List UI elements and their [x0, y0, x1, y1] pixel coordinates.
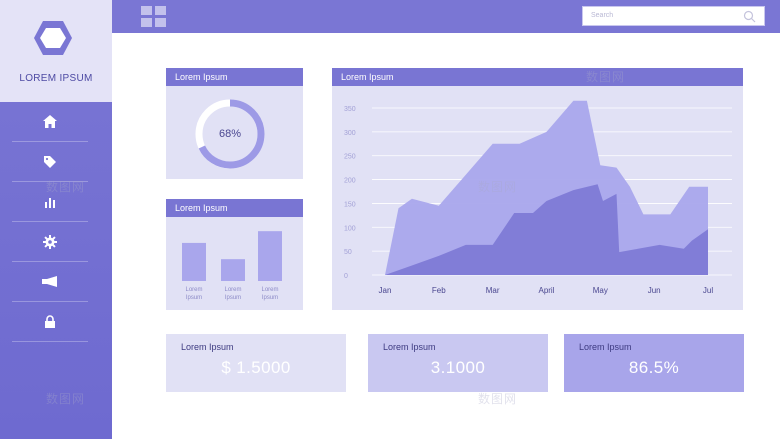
sidebar-item-tags[interactable] [12, 142, 88, 182]
x-tick-label: Jan [379, 286, 392, 295]
mini-bar-label: Lorem [224, 287, 241, 293]
brand-name: LOREM IPSUM [19, 73, 93, 84]
watermark: 数图网 [46, 392, 86, 406]
sidebar: LOREM IPSUM [0, 0, 112, 439]
search-icon[interactable] [743, 10, 756, 23]
gear-icon [43, 234, 57, 249]
brand-panel: LOREM IPSUM [0, 0, 112, 102]
sidebar-item-security[interactable] [12, 302, 88, 342]
x-tick-label: April [538, 286, 554, 295]
search-placeholder: Search [591, 12, 614, 19]
y-tick-label: 150 [344, 201, 356, 208]
area-chart-title: Lorem Ipsum [332, 68, 743, 86]
stat-card-value: 3.1000 [430, 358, 486, 377]
tag-icon [44, 155, 56, 168]
mini-bar-label: Ipsum [262, 295, 278, 301]
mini-bar-label: Ipsum [225, 295, 241, 301]
watermark: 数图网 [586, 70, 626, 84]
bar-chart-icon [45, 197, 55, 208]
stat-card-3: Lorem Ipsum 86.5% [564, 334, 744, 392]
mini-bar-label: Lorem [261, 287, 278, 293]
dashboard-grid-icon[interactable] [141, 6, 167, 27]
stat-card-1: Lorem Ipsum $ 1.5000 [166, 334, 346, 392]
x-tick-label: Jul [703, 286, 713, 295]
mini-bar-chart: Lorem Ipsum Lorem Ipsum Lorem Ipsum [182, 231, 282, 301]
mini-bar [182, 242, 206, 281]
stat-card-title: Lorem Ipsum [383, 342, 436, 352]
progress-percent: 68% [218, 128, 242, 140]
stat-card-title: Lorem Ipsum [579, 342, 632, 352]
y-tick-label: 100 [344, 225, 356, 232]
top-bar: Search [112, 0, 780, 33]
megaphone-icon [42, 276, 57, 287]
mini-bar [221, 259, 245, 281]
progress-card-title: Lorem Ipsum [166, 68, 303, 86]
y-tick-label: 0 [344, 273, 348, 280]
progress-card: Lorem Ipsum 68% [166, 68, 303, 179]
y-tick-label: 50 [344, 249, 352, 256]
stat-card-title: Lorem Ipsum [181, 342, 234, 352]
sidebar-item-settings[interactable] [12, 222, 88, 262]
area-chart-card: Lorem Ipsum 0 50 100 150 200 250 300 350 Jan Feb M… [332, 68, 743, 310]
y-tick-label: 200 [344, 178, 356, 185]
mini-bar-label: Ipsum [186, 295, 202, 301]
stat-card-value: 86.5% [628, 358, 680, 377]
y-tick-label: 300 [344, 130, 356, 137]
search-input[interactable]: Search [582, 6, 765, 26]
x-tick-label: Feb [432, 286, 446, 295]
area-chart: 0 50 100 150 200 250 300 350 Jan Feb Mar April May Ju… [344, 100, 732, 295]
watermark: 数图网 [478, 180, 518, 194]
y-tick-label: 350 [344, 106, 356, 113]
stat-card-value: $ 1.5000 [221, 358, 291, 377]
stat-card-2: Lorem Ipsum 3.1000 [368, 334, 548, 392]
y-tick-label: 250 [344, 154, 356, 161]
mini-bar [258, 231, 282, 281]
lock-icon [45, 315, 55, 328]
watermark: 数图网 [478, 392, 518, 406]
sidebar-item-home[interactable] [12, 102, 88, 142]
sidebar-item-announcements[interactable] [12, 262, 88, 302]
bar-card: Lorem Ipsum Lorem Ipsum Lorem Ipsum Lorem Ips… [166, 199, 303, 310]
x-tick-label: Jun [648, 286, 661, 295]
home-icon [43, 115, 57, 128]
watermark: 数图网 [46, 180, 86, 194]
bar-card-title: Lorem Ipsum [166, 199, 303, 217]
mini-bar-label: Lorem [185, 287, 202, 293]
hexagon-logo-icon [34, 21, 72, 55]
x-tick-label: Mar [486, 286, 500, 295]
x-tick-label: May [593, 286, 608, 295]
